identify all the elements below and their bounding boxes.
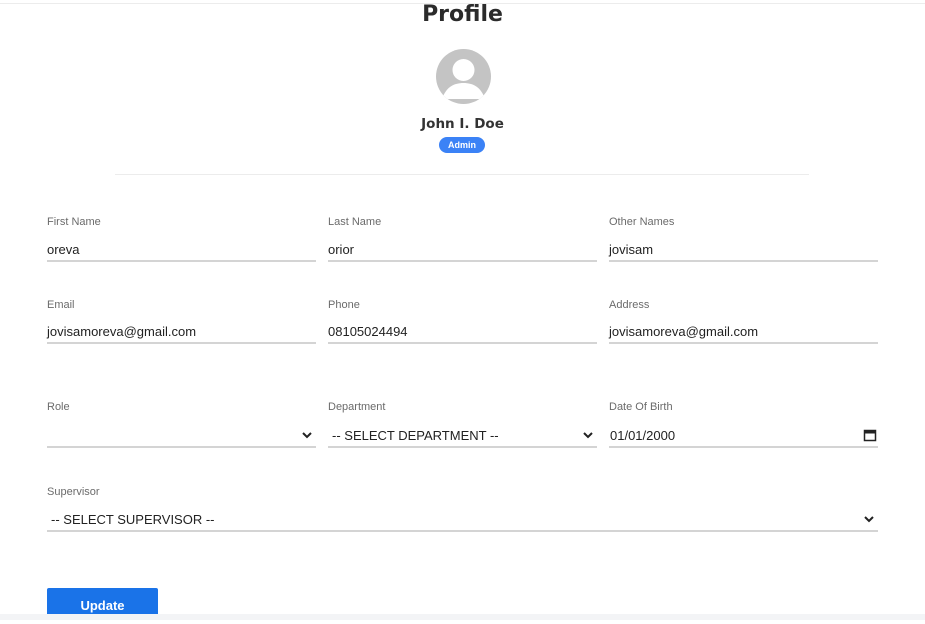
phone-value: 08105024494 (328, 324, 408, 339)
user-name: John I. Doe (421, 116, 504, 132)
phone-label: Phone (328, 299, 360, 311)
bottom-scroll-area (0, 614, 925, 620)
avatar (436, 49, 491, 104)
email-input[interactable]: jovisamoreva@gmail.com (47, 322, 316, 344)
address-input[interactable]: jovisamoreva@gmail.com (609, 322, 878, 344)
role-label: Role (47, 401, 70, 413)
other-names-input[interactable]: jovisam (609, 240, 878, 262)
role-select[interactable] (47, 426, 316, 448)
address-value: jovisamoreva@gmail.com (609, 324, 759, 339)
supervisor-value: -- SELECT SUPERVISOR -- (51, 512, 215, 527)
chevron-down-icon (583, 432, 593, 439)
chevron-down-icon (302, 432, 312, 439)
other-names-value: jovisam (609, 242, 654, 257)
calendar-icon[interactable] (863, 428, 877, 442)
chevron-down-icon (864, 516, 874, 523)
address-label: Address (609, 299, 650, 311)
supervisor-label: Supervisor (47, 486, 100, 498)
default-user-icon (442, 59, 485, 99)
other-names-label: Other Names (609, 216, 675, 228)
date-of-birth-value: 01/01/2000 (610, 428, 676, 443)
first-name-value: oreva (47, 242, 80, 257)
role-badge: Admin (439, 137, 485, 153)
first-name-input[interactable]: oreva (47, 240, 316, 262)
last-name-value: orior (328, 242, 355, 257)
profile-divider (115, 174, 809, 175)
phone-input[interactable]: 08105024494 (328, 322, 597, 344)
department-select[interactable]: -- SELECT DEPARTMENT -- (328, 426, 597, 448)
email-label: Email (47, 299, 75, 311)
date-of-birth-input[interactable]: 01/01/2000 (609, 426, 878, 448)
department-label: Department (328, 401, 386, 413)
email-value: jovisamoreva@gmail.com (47, 324, 197, 339)
department-value: -- SELECT DEPARTMENT -- (332, 428, 499, 443)
last-name-input[interactable]: orior (328, 240, 597, 262)
page-title: Profile (422, 2, 503, 27)
last-name-label: Last Name (328, 216, 382, 228)
supervisor-select[interactable]: -- SELECT SUPERVISOR -- (47, 510, 878, 532)
date-of-birth-label: Date Of Birth (609, 401, 673, 413)
first-name-label: First Name (47, 216, 101, 228)
